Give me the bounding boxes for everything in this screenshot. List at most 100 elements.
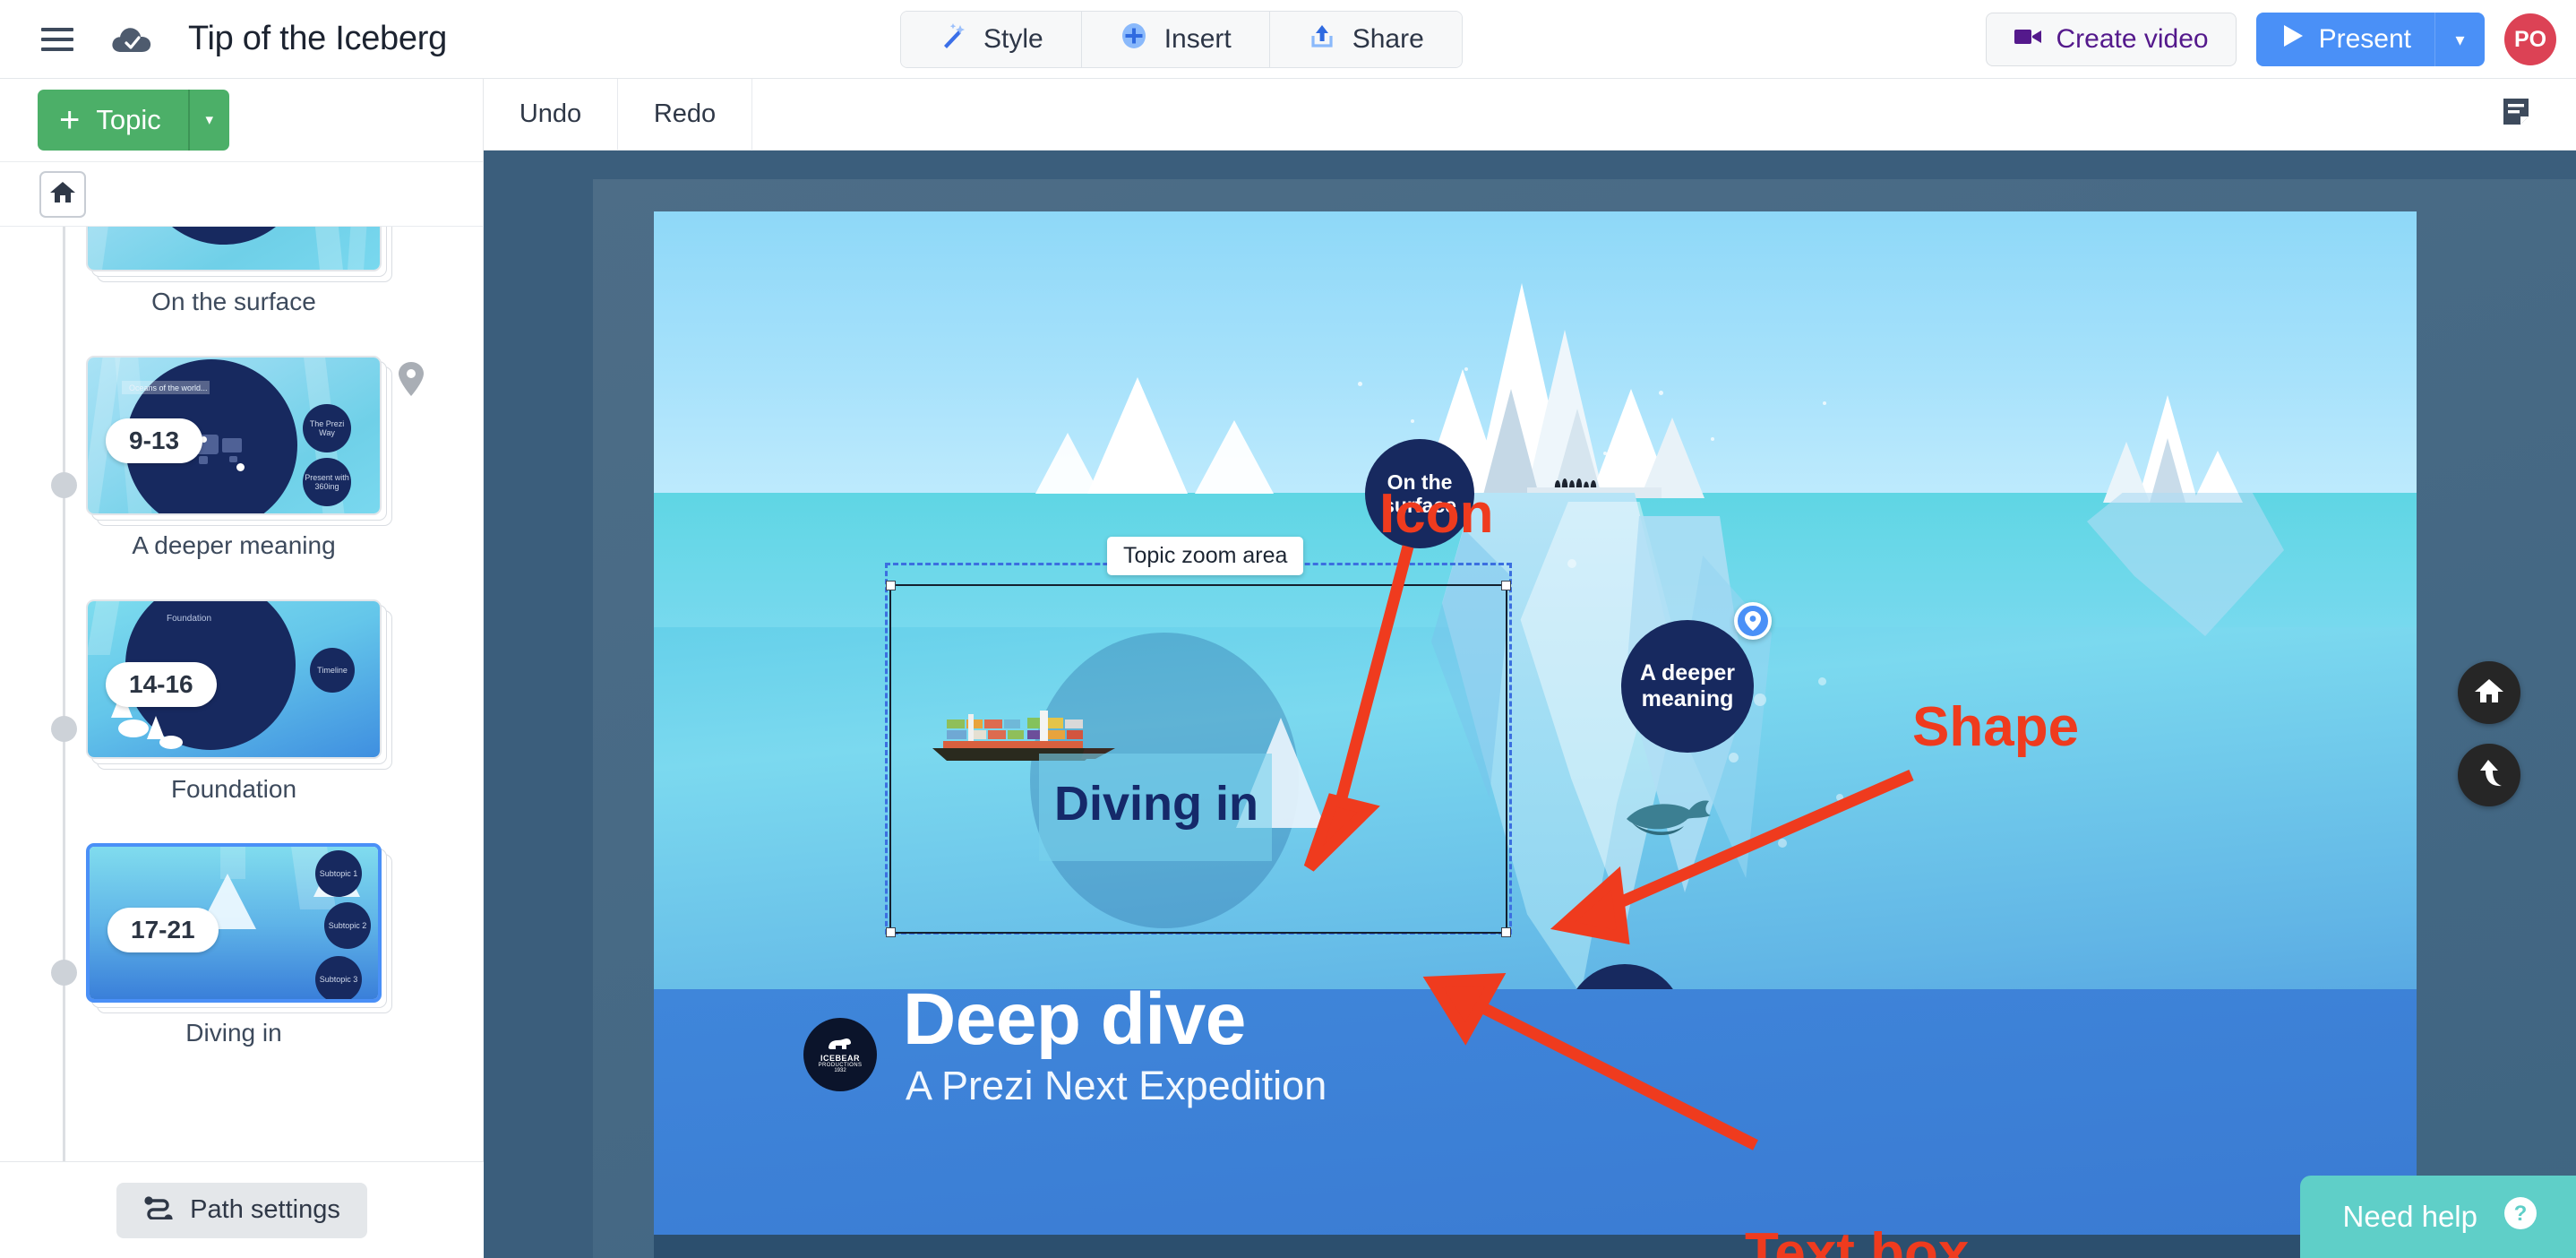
undo-button[interactable]: Undo <box>484 79 618 151</box>
presentation-stage[interactable]: On the surface A deeper meaning Foundati… <box>654 211 2417 1258</box>
logo-line-1: ICEBEAR <box>820 1054 860 1063</box>
thumb-page-badge: 9-13 <box>106 418 202 463</box>
path-settings-label: Path settings <box>190 1195 340 1225</box>
question-mark-icon: ? <box>2503 1195 2538 1238</box>
hamburger-icon[interactable] <box>41 28 73 51</box>
sidebar-home-bar <box>0 162 483 227</box>
sidebar-home-button[interactable] <box>39 171 86 218</box>
share-button[interactable]: Share <box>1270 12 1462 67</box>
far-peaks-decoration <box>1028 377 1324 494</box>
plus-icon: + <box>59 102 80 138</box>
thumbnail-label: Diving in <box>86 1019 382 1047</box>
video-camera-icon <box>2014 24 2042 55</box>
style-button[interactable]: Style <box>901 12 1082 67</box>
plus-circle-icon <box>1120 22 1148 57</box>
present-dropdown-caret[interactable]: ▾ <box>2434 13 2485 66</box>
header-right-actions: Create video Present ▾ PO <box>1986 13 2557 66</box>
resize-handle[interactable] <box>886 927 896 937</box>
node-label: A deeper meaning <box>1621 660 1754 712</box>
thumb-node-label: Subtopic 3 <box>315 956 362 1003</box>
play-icon <box>2281 23 2305 56</box>
redo-button[interactable]: Redo <box>618 79 752 151</box>
add-topic-button[interactable]: + Topic <box>38 90 188 151</box>
zoom-out-button[interactable] <box>2458 744 2520 806</box>
whale-decoration <box>1623 792 1730 848</box>
present-button-group: Present ▾ <box>2256 13 2485 66</box>
add-topic-dropdown-caret[interactable]: ▾ <box>188 90 229 151</box>
stage-footer-strip <box>654 1235 2417 1258</box>
add-topic-button-group: + Topic ▾ <box>38 90 229 151</box>
cloud-check-icon <box>111 24 152 55</box>
topic-thumbnail-list[interactable]: Other approaches On the surface <box>0 227 484 1161</box>
thumb-node-label: Subtopic 1 <box>315 850 362 897</box>
path-settings-button[interactable]: Path settings <box>116 1183 367 1238</box>
thumbnail-label: A deeper meaning <box>86 531 382 560</box>
pin-icon[interactable] <box>1734 602 1772 640</box>
canvas-float-buttons <box>2458 661 2520 806</box>
thumb-node-label: Timeline <box>310 648 355 693</box>
icebear-logo: ICEBEAR PRODUCTIONS 1932 <box>803 1018 877 1091</box>
home-icon <box>49 179 76 209</box>
topic-zoom-area-tooltip: Topic zoom area <box>1107 537 1303 575</box>
editor-canvas[interactable]: On the surface A deeper meaning Foundati… <box>484 151 2576 1258</box>
thumbnail-card[interactable]: Foundation Timeline 14-16 <box>86 599 382 759</box>
center-toolbar: Style Insert <box>900 11 1463 68</box>
selected-object-frame[interactable] <box>889 584 1507 934</box>
annotation-label-textbox: Text box <box>1745 1221 1969 1258</box>
editor-toolbar: Undo Redo <box>484 79 2576 151</box>
thumbnail-card[interactable]: Subtopic 1 Subtopic 2 Subtopic 3 17-21 <box>86 843 382 1003</box>
present-button[interactable]: Present <box>2256 13 2434 66</box>
thumb-main-label: Foundation <box>167 614 211 624</box>
insert-label: Insert <box>1164 24 1232 55</box>
magic-wand-icon <box>939 22 967 57</box>
thumbnail-card[interactable]: Oceans of the world... <box>86 356 382 515</box>
add-topic-bar: + Topic ▾ <box>0 79 483 162</box>
small-iceberg-below <box>2087 493 2284 636</box>
thumbnail-wrapper: Subtopic 1 Subtopic 2 Subtopic 3 17-21 <box>86 843 382 1003</box>
resize-handle[interactable] <box>1501 927 1511 937</box>
thumb-node-label: Subtopic 2 <box>324 902 371 949</box>
list-item: Subtopic 1 Subtopic 2 Subtopic 3 17-21 D… <box>0 843 484 1047</box>
create-video-label: Create video <box>2057 24 2209 55</box>
logo-line-3: 1932 <box>834 1068 846 1073</box>
left-sidebar: + Topic ▾ <box>0 79 484 1258</box>
path-icon <box>143 1194 174 1227</box>
home-icon <box>2474 676 2504 710</box>
annotation-label-icon: Icon <box>1379 482 1493 546</box>
annotation-label-shape: Shape <box>1912 695 2079 759</box>
create-video-button[interactable]: Create video <box>1986 13 2237 66</box>
path-dot[interactable] <box>51 472 77 498</box>
path-dot[interactable] <box>51 716 77 742</box>
need-help-label: Need help <box>2343 1200 2477 1234</box>
thumbnail-wrapper: Foundation Timeline 14-16 <box>86 599 382 759</box>
resize-handle[interactable] <box>886 581 896 590</box>
thumb-bar-label: Oceans of the world... <box>122 381 210 394</box>
thumbnail-card[interactable]: Other approaches <box>86 227 382 271</box>
style-label: Style <box>983 24 1043 55</box>
resize-handle[interactable] <box>1501 581 1511 590</box>
list-item: Oceans of the world... <box>0 356 484 560</box>
notes-icon[interactable] <box>2501 97 2531 132</box>
thumbnail-wrapper: Other approaches <box>86 227 382 271</box>
path-dot[interactable] <box>51 960 77 986</box>
canvas-home-button[interactable] <box>2458 661 2520 724</box>
upload-icon <box>1308 22 1336 57</box>
top-header: Tip of the Iceberg Style <box>0 0 2576 79</box>
list-item: Foundation Timeline 14-16 Foundation <box>0 599 484 804</box>
avatar[interactable]: PO <box>2504 13 2556 65</box>
svg-text:?: ? <box>2514 1202 2528 1226</box>
pin-icon[interactable] <box>398 361 425 397</box>
need-help-button[interactable]: Need help ? <box>2300 1176 2576 1258</box>
sidebar-footer: Path settings <box>0 1161 484 1258</box>
insert-button[interactable]: Insert <box>1082 12 1270 67</box>
stage-subtitle[interactable]: A Prezi Next Expedition <box>906 1063 1327 1109</box>
present-label: Present <box>2319 24 2411 55</box>
node-a-deeper-meaning[interactable]: A deeper meaning <box>1621 620 1754 753</box>
thumbnail-label: On the surface <box>86 288 382 316</box>
zoom-out-arrow-icon <box>2475 758 2503 793</box>
list-item: Other approaches On the surface <box>0 227 484 316</box>
small-iceberg-decoration <box>2096 395 2266 503</box>
thumb-page-badge: 14-16 <box>106 662 217 707</box>
prezi-editor: Tip of the Iceberg Style <box>0 0 2576 1258</box>
stage-title[interactable]: Deep dive <box>903 978 1246 1062</box>
